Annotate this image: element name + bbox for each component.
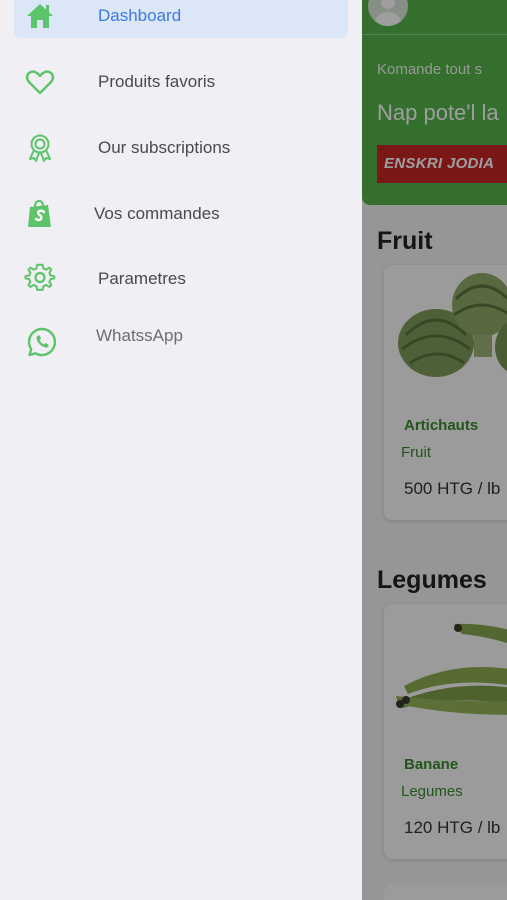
heart-icon — [24, 66, 56, 98]
product-price: 500 HTG / lb — [404, 479, 501, 498]
menu-item-subscriptions[interactable]: Our subscriptions — [14, 126, 348, 170]
product-price: 120 HTG / lb — [404, 818, 501, 837]
menu-item-label: Vos commandes — [94, 204, 220, 223]
plantain-image — [384, 604, 507, 744]
gear-icon — [24, 263, 56, 295]
home-icon — [24, 0, 56, 32]
product-card[interactable]: Banane Legumes 120 HTG / lb — [384, 604, 507, 859]
product-name: Banane — [404, 756, 459, 773]
header-divider — [362, 34, 507, 35]
menu-item-label: Dashboard — [98, 6, 182, 25]
menu-item-label: WhatssApp — [96, 326, 183, 345]
header-title: Nap pote'l la — [377, 100, 499, 125]
menu-item-settings[interactable]: Parametres — [14, 257, 348, 301]
product-name: Artichauts — [404, 417, 479, 434]
artichoke-image — [384, 265, 507, 405]
avatar[interactable] — [368, 0, 408, 26]
menu-item-dashboard[interactable]: Dashboard — [14, 0, 348, 38]
menu-item-label: Parametres — [98, 269, 186, 288]
side-drawer: Dashboard Produits favoris Our subscript… — [0, 0, 362, 900]
product-card[interactable]: Artichauts Fruit 500 HTG / lb — [384, 265, 507, 520]
section-title-fruit: Fruit — [377, 227, 433, 255]
menu-item-orders[interactable]: Vos commandes — [14, 192, 348, 236]
promo-header: Komande tout s Nap pote'l la ENSKRI JODI… — [362, 0, 507, 205]
menu-item-label: Produits favoris — [98, 72, 216, 91]
header-subtitle: Komande tout s — [377, 61, 483, 78]
section-title-legumes: Legumes — [377, 566, 487, 594]
product-category: Fruit — [401, 444, 431, 461]
signup-button[interactable]: ENSKRI JODIA — [377, 145, 507, 183]
menu-item-whatsapp[interactable]: WhatssApp — [14, 314, 348, 358]
whatsapp-icon — [26, 326, 58, 358]
menu-item-label: Our subscriptions — [98, 138, 231, 157]
product-card[interactable] — [384, 885, 507, 900]
main-screen: Komande tout s Nap pote'l la ENSKRI JODI… — [362, 0, 507, 900]
product-category: Legumes — [401, 783, 463, 800]
award-icon — [24, 132, 56, 164]
menu-item-favorites[interactable]: Produits favoris — [14, 60, 348, 104]
shopify-bag-icon — [24, 198, 56, 230]
